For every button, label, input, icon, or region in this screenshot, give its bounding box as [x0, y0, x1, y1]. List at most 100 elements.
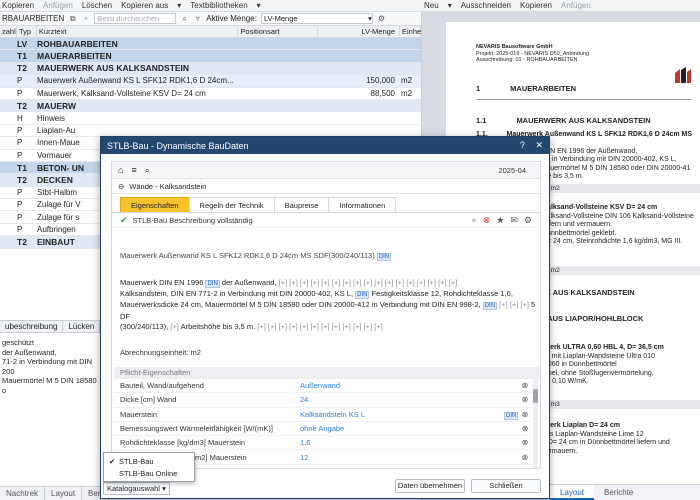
breadcrumb-text[interactable]: Wände - Kalksandstein	[129, 182, 206, 191]
home-icon[interactable]: ⌂	[118, 165, 123, 175]
property-row[interactable]: Mauerstein Kalksandstein KS L DIN ⊗	[114, 408, 532, 422]
tab-nachtrek[interactable]: Nachtrek	[0, 487, 46, 500]
din-badge[interactable]: DIN	[205, 280, 220, 288]
table-row[interactable]: T2 MAUERWERK AUS KALKSANDSTEIN	[0, 62, 421, 76]
doc-heading-1: 1 MAUERARBEITEN	[476, 84, 700, 93]
tab-regeln-der-technik[interactable]: Regeln der Technik	[188, 197, 275, 212]
property-tag[interactable]: DIN	[504, 410, 519, 420]
row-unit: m2	[401, 76, 413, 86]
row-text: ROHBAUARBEITEN	[37, 38, 118, 49]
tab-layout[interactable]: Layout	[45, 487, 83, 500]
table-row[interactable]: P Mauerwerk Außenwand KS L SFK12 RDK1,6 D…	[0, 75, 421, 88]
remove-icon[interactable]: ⊗	[518, 410, 532, 419]
tab-berichte[interactable]: Berichte	[594, 485, 643, 500]
popup-item-stlb-bau[interactable]: ✔ STLB-Bau	[104, 456, 194, 468]
search-icon[interactable]: ⌕	[145, 165, 150, 176]
din-badge[interactable]: DIN	[355, 291, 370, 300]
property-row[interactable]: Bauteil, Wand/aufgehend Außenwand ⊗	[114, 379, 532, 394]
tab-luecken[interactable]: Lücken	[63, 321, 101, 332]
scrollbar[interactable]	[533, 379, 538, 468]
din-badge[interactable]: DIN	[504, 411, 519, 420]
toolbar-item[interactable]: Textbibliotheken	[190, 1, 247, 10]
back-arrow-icon[interactable]: ⊖	[118, 182, 124, 191]
col-positionsart[interactable]: Positionsart	[238, 26, 319, 37]
toolbar-item[interactable]: Kopieren aus	[121, 1, 168, 10]
tab-layout[interactable]: Layout	[550, 485, 595, 500]
remove-icon[interactable]: ⊗	[518, 395, 532, 404]
property-value[interactable]: Kalksandstein KS L	[300, 410, 504, 419]
menu-icon[interactable]: ≡	[131, 165, 136, 175]
din-badge[interactable]: DIN	[482, 302, 498, 311]
row-text: Hinweis	[37, 113, 66, 123]
toolbar-item[interactable]: Neu	[424, 1, 439, 10]
col-typ[interactable]: Typ	[17, 26, 37, 37]
long-text-part: der Außenwand,	[221, 278, 277, 287]
ok-circle-icon[interactable]: ●	[471, 215, 476, 226]
property-row[interactable]: Dicke [cm] Wand 24 ⊗	[114, 393, 532, 408]
item-line: tapel, ohne Stoßfugenvermörtelung,	[542, 369, 654, 377]
external-link-icon[interactable]: ⧉	[68, 14, 77, 24]
toolbar-item[interactable]: Ausschneiden	[461, 1, 511, 10]
property-value[interactable]: 12	[300, 453, 504, 462]
chevron-down-icon[interactable]: ▾	[257, 1, 261, 10]
property-value[interactable]: ohne Angabe	[300, 424, 504, 433]
property-row[interactable]: Rohdichteklasse [kg/dm3] Mauerstein 1,6 ⊗	[114, 436, 532, 451]
pin-icon[interactable]: ▫	[81, 14, 90, 23]
doc-item-4: rwerk Liaplan D= 24 cm aus Liaplan-Wands…	[542, 422, 700, 456]
table-row[interactable]: H Hinweis	[0, 112, 421, 125]
chevron-down-icon[interactable]: ▾	[177, 1, 181, 10]
toolbar-item[interactable]: Anfügen	[43, 1, 73, 10]
tab-langtext[interactable]: ubeschreibung	[0, 321, 64, 332]
apply-data-button[interactable]: Daten übernehmen	[395, 479, 465, 493]
search-icon[interactable]: ⌕	[180, 14, 189, 24]
toolbar-item[interactable]: Anfügen	[561, 1, 591, 10]
katalog-dropdown[interactable]: Katalogauswahl ▾	[103, 482, 170, 495]
scrollbar-thumb[interactable]	[533, 389, 538, 403]
chevron-down-icon[interactable]: ▾	[448, 1, 452, 10]
filter-icon[interactable]: ▿	[193, 14, 202, 23]
popup-item-stlb-online[interactable]: STLB-Bau Online	[104, 468, 194, 480]
toolbar-item[interactable]: Kopieren	[2, 1, 34, 10]
col-lv-menge[interactable]: LV-Menge	[318, 26, 400, 37]
remove-icon[interactable]: ⊗	[518, 424, 532, 433]
col-einheit[interactable]: Einheit	[400, 26, 421, 37]
col-zahl[interactable]: zahl	[0, 26, 17, 37]
tab-informationen[interactable]: Informationen	[328, 197, 397, 212]
property-name: Bemessungswert Wärmeleitfähigkeit [W/(mK…	[120, 424, 273, 434]
chevron-down-icon: ▾	[368, 14, 372, 23]
long-text-part: Festigkeitsklasse 12, Rohdichteklasse 1,…	[371, 289, 513, 299]
row-quantity: 150,000	[366, 76, 395, 86]
close-button[interactable]: Schließen	[471, 479, 541, 493]
property-row[interactable]: Bemessungswert Wärmeleitfähigkeit [W/(mK…	[114, 422, 532, 437]
table-row[interactable]: P Mauerwerk, Kalksand-Vollsteine KSV D= 2…	[0, 87, 421, 100]
property-value[interactable]: Außenwand	[300, 381, 504, 390]
gear-icon[interactable]: ⚙	[524, 215, 532, 226]
row-type: T1	[17, 162, 27, 173]
din-badge[interactable]: DIN	[376, 253, 392, 261]
toolbar-item[interactable]: Löschen	[82, 1, 112, 10]
tab-baupreise[interactable]: Baupreise	[273, 197, 330, 212]
col-kurztext[interactable]: Kurztext	[37, 26, 239, 37]
property-value[interactable]: 1,6	[300, 438, 504, 447]
active-quantity-select[interactable]: LV-Menge ▾	[260, 13, 373, 24]
row-type: T2	[17, 236, 27, 247]
help-icon[interactable]: ?	[520, 140, 525, 150]
property-value[interactable]: 24	[300, 395, 504, 404]
remove-icon[interactable]: ⊗	[518, 453, 532, 462]
remove-icon[interactable]: ⊗	[518, 381, 532, 390]
close-icon[interactable]: ✕	[535, 140, 543, 150]
table-row[interactable]: T1 MAUERARBEITEN	[0, 50, 421, 63]
row-text: MAUERARBEITEN	[37, 51, 112, 62]
search-input[interactable]: Bezu durchsuchen	[94, 13, 177, 24]
item-line: rk. mit Liaplan-Wandsteine Ultra 010	[542, 352, 655, 360]
mail-icon[interactable]: ✉	[510, 215, 518, 226]
settings-icon[interactable]: ⚙	[377, 14, 386, 23]
toolbar-item[interactable]: Kopieren	[520, 1, 552, 10]
delete-circle-icon[interactable]: ⊗	[483, 215, 491, 226]
remove-icon[interactable]: ⊗	[518, 438, 532, 447]
star-icon[interactable]: ★	[496, 215, 504, 226]
item-title: rwerk ULTRA 0,60 HBL 4, D= 36,5 cm	[542, 344, 664, 351]
tab-eigenschaften[interactable]: Eigenschaften	[120, 197, 190, 212]
table-row[interactable]: LV ROHBAUARBEITEN	[0, 38, 421, 51]
table-row[interactable]: T2 MAUERW	[0, 99, 421, 113]
